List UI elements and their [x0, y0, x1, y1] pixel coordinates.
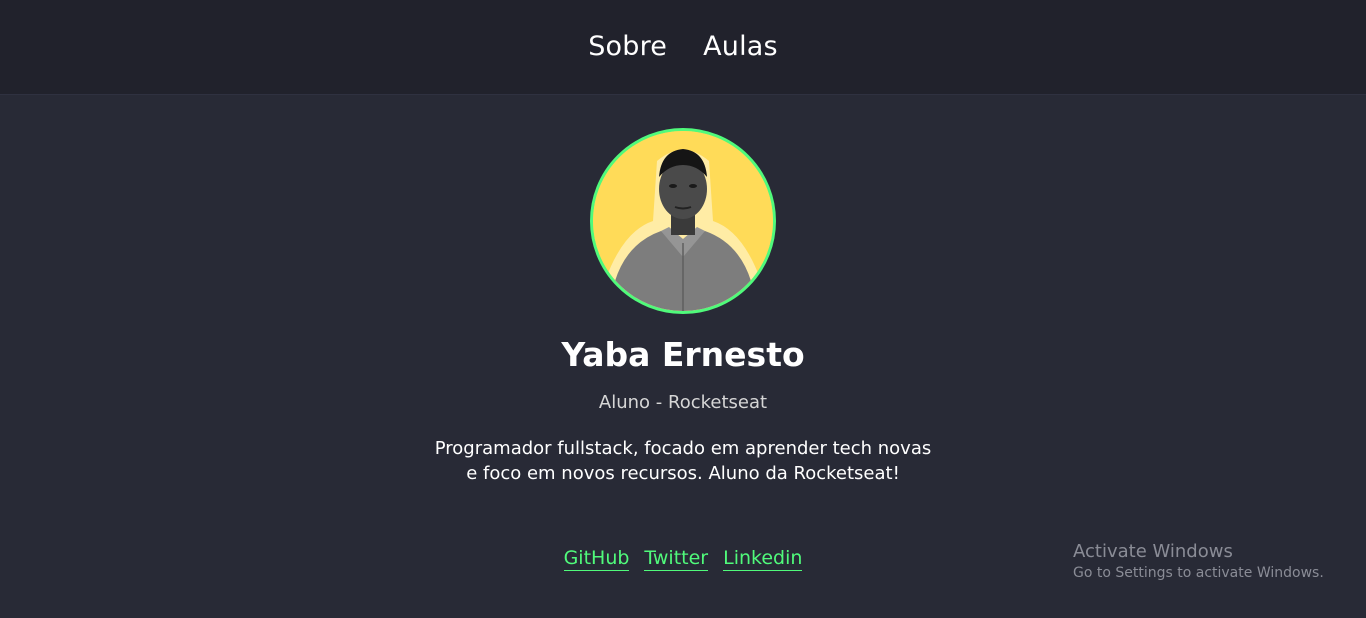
- watermark-title: Activate Windows: [1073, 541, 1233, 562]
- profile-section: Yaba Ernesto Aluno - Rocketseat Programa…: [0, 95, 1366, 618]
- watermark-subtitle: Go to Settings to activate Windows.: [1073, 565, 1324, 581]
- top-nav-bar: Sobre Aulas: [0, 0, 1366, 95]
- nav-link-sobre[interactable]: Sobre: [588, 31, 667, 62]
- profile-bio: Programador fullstack, focado em aprende…: [434, 438, 932, 484]
- windows-activation-watermark: Activate Windows Go to Settings to activ…: [1073, 541, 1324, 581]
- profile-name: Yaba Ernesto: [561, 335, 805, 374]
- linkedin-link[interactable]: Linkedin: [723, 547, 803, 571]
- main-nav: Sobre Aulas: [588, 31, 778, 62]
- github-link[interactable]: GitHub: [563, 547, 630, 571]
- avatar: [590, 128, 776, 314]
- profile-role: Aluno - Rocketseat: [598, 392, 768, 413]
- person-photo-icon: [593, 131, 773, 311]
- nav-link-aulas[interactable]: Aulas: [703, 31, 778, 62]
- twitter-link[interactable]: Twitter: [644, 547, 709, 571]
